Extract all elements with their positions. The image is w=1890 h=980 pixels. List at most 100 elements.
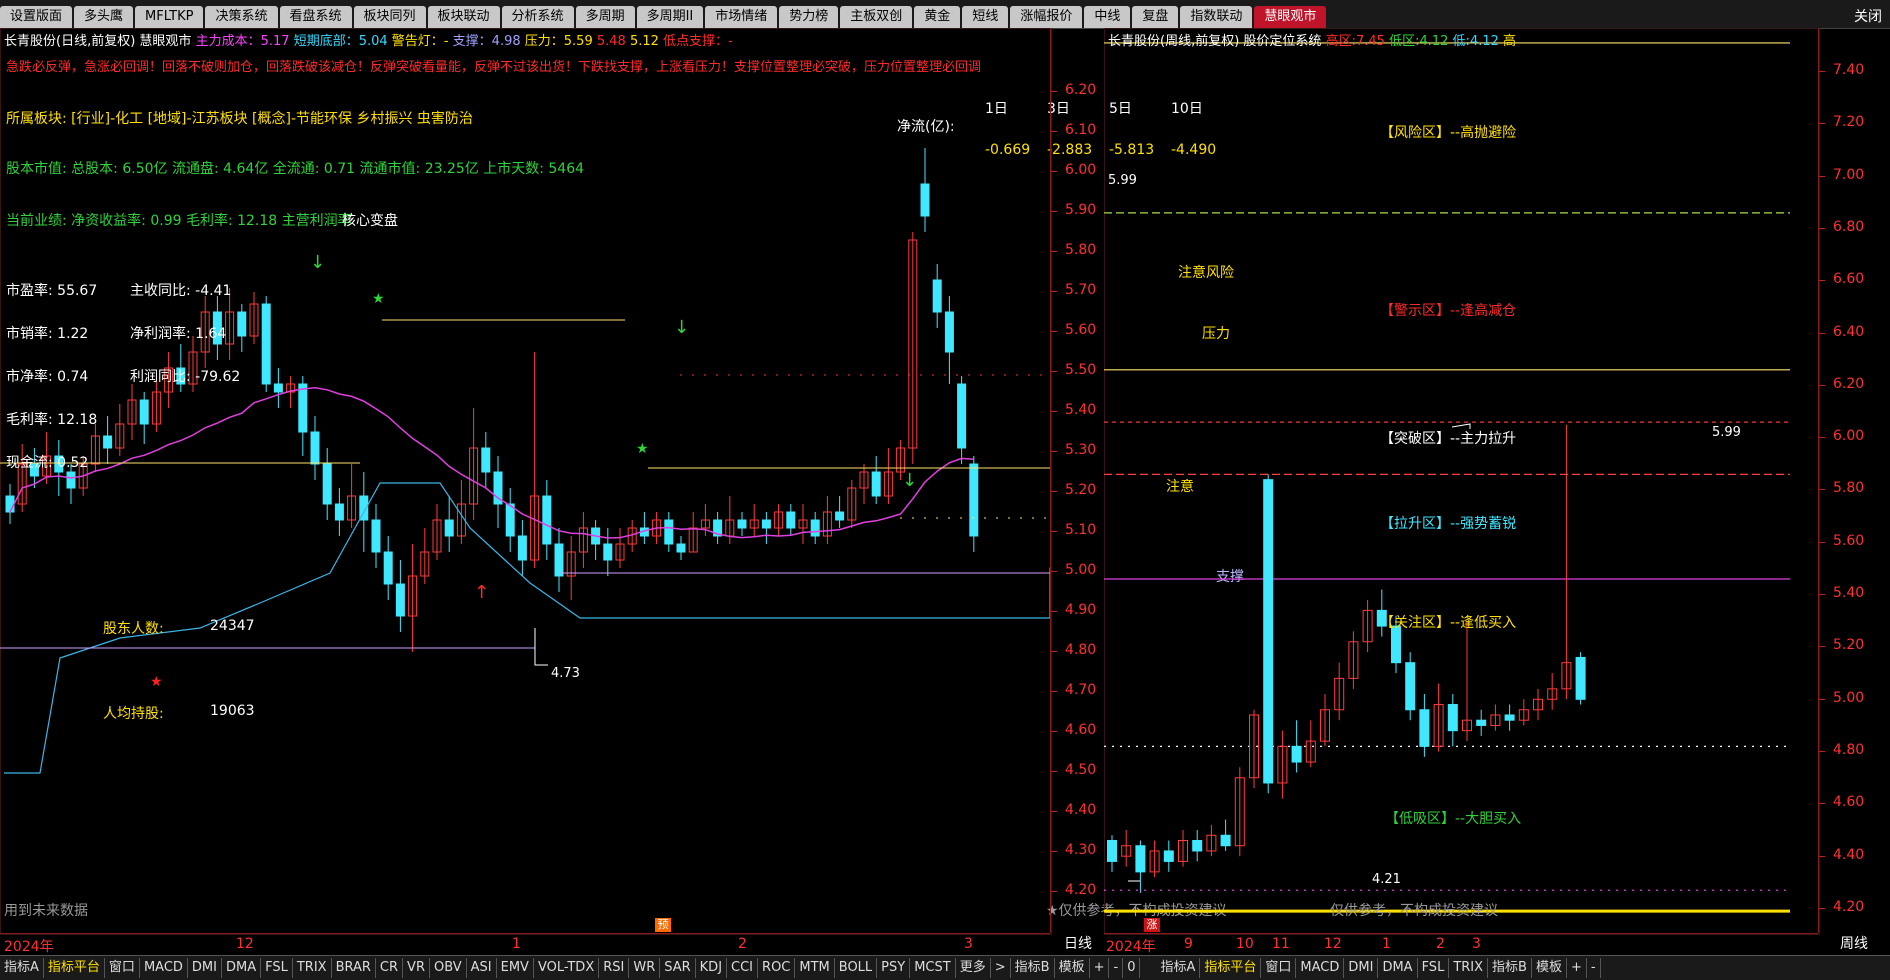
bottom-left-tab[interactable]: FSL [261,958,293,978]
date-tick: 11 [1272,936,1290,952]
weekly-indicator-name[interactable]: 股价定位系统 [1243,34,1321,49]
bottom-left-tab[interactable]: - [1109,958,1124,978]
price-tick: 4.90 [1065,602,1097,618]
bottom-left-tab[interactable]: VOL-TDX [534,958,600,978]
bottom-left-tab[interactable]: + [1090,958,1110,978]
zone-warning: 【警示区】--逢高减仓 [1380,303,1517,319]
tab-18[interactable]: 指数联动 [1180,6,1253,28]
bottom-right-tab[interactable]: 指标平台 [1200,958,1262,978]
price-tick: 5.70 [1065,282,1097,298]
tab-19[interactable]: 慧眼观市 [1254,6,1327,28]
bottom-left-tab[interactable]: ASI [467,958,497,978]
bottom-left-tab[interactable]: WR [629,958,661,978]
tab-9[interactable]: 多周期II [636,6,704,28]
bottom-left-tab[interactable]: KDJ [696,958,728,978]
bottom-right-tab[interactable]: 指标A [1156,958,1201,978]
close-button[interactable]: 关闭 [1854,6,1882,26]
holders-value: 24347 [210,618,255,634]
price-tick: 4.30 [1065,842,1097,858]
bottom-right-tab[interactable]: DMI [1344,958,1379,978]
bottom-left-tab[interactable]: BOLL [835,958,878,978]
bottom-left-tab[interactable]: 指标B [1011,958,1055,978]
tick-mark [1051,91,1057,92]
core-change-label: 核心变盘 [342,213,398,229]
main-cost-value: 5.17 [260,34,290,49]
tick-mark [1819,123,1825,125]
bottom-right-tab[interactable]: - [1587,958,1601,978]
tab-17[interactable]: 复盘 [1132,6,1179,28]
price-tick: 5.10 [1065,522,1097,538]
tab-5[interactable]: 板块同列 [353,6,426,28]
tab-11[interactable]: 势力榜 [779,6,839,28]
weekly-position-chart[interactable] [1104,28,1818,933]
bottom-left-tab[interactable]: TRIX [293,958,332,978]
tab-7[interactable]: 分析系统 [501,6,574,28]
bottom-left-tab[interactable]: BRAR [332,958,376,978]
price-tick: 6.00 [1065,162,1097,178]
bottom-left-tab[interactable]: MACD [140,958,188,978]
bottom-left-tab[interactable]: VR [403,958,430,978]
bottom-left-tab[interactable]: CCI [727,958,759,978]
price-tick: 5.30 [1065,442,1097,458]
weekly-candle-body [1504,714,1515,721]
weekly-period-label[interactable]: 周线 [1840,933,1868,953]
tab-14[interactable]: 短线 [962,6,1009,28]
daily-low-label: 4.73 [551,666,580,681]
bottom-right-tab[interactable]: TRIX [1449,958,1489,978]
indicator-name[interactable]: 慧眼观市 [139,34,191,49]
date-tick: 10 [1236,936,1254,952]
tab-12[interactable]: 主板双创 [840,6,913,28]
price-tick: 6.00 [1833,428,1865,445]
bottom-left-tab[interactable]: PSY [877,958,911,978]
bottom-right-tab[interactable]: + [1567,958,1587,978]
weekly-candle-body [1263,479,1274,784]
tab-13[interactable]: 黄金 [914,6,961,28]
tab-4[interactable]: 看盘系统 [279,6,352,28]
bottom-right-tab[interactable]: MACD [1296,958,1345,978]
bottom-left-tab[interactable]: ROC [758,958,796,978]
bottom-right-tab[interactable]: 指标B [1488,958,1532,978]
tab-15[interactable]: 涨幅报价 [1010,6,1083,28]
tab-10[interactable]: 市场情绪 [705,6,778,28]
bottom-left-tab[interactable]: OBV [430,958,467,978]
tick-mark [1819,437,1825,439]
bottom-left-tab[interactable]: DMI [188,958,222,978]
candle-body [322,463,332,505]
bottom-left-tab[interactable]: 指标A [0,958,44,978]
bottom-left-tab[interactable]: 更多 [956,958,991,978]
star-marker-icon: ★ [636,441,649,457]
date-tick: 2024年 [4,939,54,955]
tab-8[interactable]: 多周期 [575,6,635,28]
bottom-left-tab[interactable]: MTM [795,958,835,978]
tab-2[interactable]: MFLTKP [135,6,204,28]
bottom-right-tab[interactable]: FSL [1418,958,1450,978]
bottom-left-tab[interactable]: CR [376,958,404,978]
weekly-low-label: 4.21 [1372,872,1401,887]
fundamental-row: 市盈率: 55.67 主收同比: -4.41 [6,280,231,300]
tab-3[interactable]: 决策系统 [205,6,278,28]
bottom-left-tab[interactable]: > [991,958,1011,978]
candle-body [932,279,942,313]
tab-0[interactable]: 设置版面 [0,6,73,28]
tick-mark [1819,907,1825,909]
bottom-left-tab[interactable]: MCST [910,958,956,978]
bottom-left-tab[interactable]: 0 [1123,958,1141,978]
bottom-right-tab[interactable]: 窗口 [1261,958,1297,978]
bottom-left-tab[interactable]: 模板 [1055,958,1090,978]
bottom-right-tab[interactable]: 模板 [1532,958,1567,978]
candle-body [517,535,527,561]
tab-6[interactable]: 板块联动 [427,6,500,28]
bottom-left-tab[interactable]: 指标平台 [44,958,105,978]
date-tick: 2024年 [1106,939,1156,955]
tab-16[interactable]: 中线 [1084,6,1131,28]
daily-period-label[interactable]: 日线 [1064,933,1092,953]
bottom-left-tab[interactable]: RSI [599,958,630,978]
bottom-left-tab[interactable]: 窗口 [105,958,140,978]
bottom-left-tab[interactable]: EMV [497,958,534,978]
date-tick: 12 [1324,936,1342,952]
bottom-left-tab[interactable]: DMA [222,958,262,978]
bottom-right-tab[interactable]: DMA [1378,958,1418,978]
tab-1[interactable]: 多头鹰 [74,6,134,28]
bottom-left-tab[interactable]: SAR [660,958,696,978]
high-zone-label: 高区: [1325,34,1356,49]
